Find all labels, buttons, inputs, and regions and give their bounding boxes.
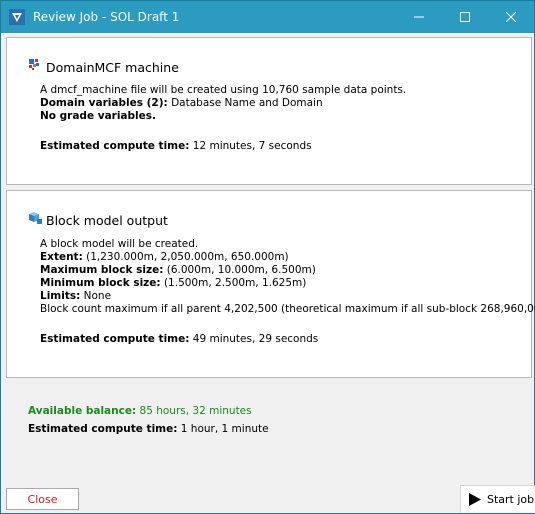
extent-value: (1,230.000m, 2,050.000m, 650.000m) (86, 251, 289, 263)
dialog-content: DomainMCF machine A dmcf_machine file wi… (1, 33, 535, 513)
no-grade-text: No grade variables. (40, 110, 156, 122)
domain-mcf-panel: DomainMCF machine A dmcf_machine file wi… (6, 37, 532, 185)
block-model-title: Block model output (46, 213, 168, 228)
minimize-icon (414, 16, 424, 18)
available-balance-label: Available balance: (28, 405, 137, 417)
domain-mcf-icon (27, 58, 43, 74)
start-job-button[interactable]: Start job (460, 485, 535, 513)
domain-variables-value: Database Name and Domain (171, 97, 323, 109)
block-model-icon (27, 209, 43, 225)
domain-variables-line: Domain variables (2): Database Name and … (40, 97, 323, 110)
domain-compute-value: 12 minutes, 7 seconds (192, 140, 312, 152)
total-compute-label: Estimated compute time: (28, 423, 178, 435)
minimize-button[interactable] (396, 1, 442, 33)
maximize-button[interactable] (442, 1, 488, 33)
review-job-window: Review Job - SOL Draft 1 DomainMCF machi… (0, 0, 535, 514)
max-block-label: Maximum block size: (40, 264, 164, 276)
extent-label: Extent: (40, 251, 83, 263)
available-balance-value: 85 hours, 32 minutes (139, 405, 252, 417)
play-icon (469, 493, 481, 506)
block-compute-line: Estimated compute time: 49 minutes, 29 s… (40, 333, 318, 346)
domain-mcf-description: A dmcf_machine file will be created usin… (40, 84, 407, 96)
block-compute-label: Estimated compute time: (40, 333, 190, 345)
window-title: Review Job - SOL Draft 1 (33, 10, 180, 24)
start-job-label: Start job (487, 493, 535, 506)
block-model-description: A block model will be created. (40, 238, 199, 250)
domain-compute-line: Estimated compute time: 12 minutes, 7 se… (40, 140, 312, 153)
domain-variables-label: Domain variables (2): (40, 97, 168, 109)
close-window-button[interactable] (488, 1, 534, 33)
block-count-text: Block count maximum if all parent 4,202,… (40, 303, 535, 315)
domain-compute-label: Estimated compute time: (40, 140, 190, 152)
available-balance: Available balance: 85 hours, 32 minutes (28, 405, 252, 417)
close-icon (506, 12, 516, 22)
block-model-panel: Block model output A block model will be… (6, 190, 535, 378)
total-compute-value: 1 hour, 1 minute (180, 423, 269, 435)
limits-line: Limits: None (40, 290, 111, 303)
min-block-label: Minimum block size: (40, 277, 161, 289)
extent-line: Extent: (1,230.000m, 2,050.000m, 650.000… (40, 251, 289, 264)
domain-mcf-title: DomainMCF machine (46, 60, 179, 75)
max-block-line: Maximum block size: (6.000m, 10.000m, 6.… (40, 264, 316, 277)
close-button[interactable]: Close (6, 488, 79, 510)
maximize-icon (460, 12, 470, 22)
block-compute-value: 49 minutes, 29 seconds (192, 333, 319, 345)
min-block-value: (1.500m, 2.500m, 1.625m) (163, 277, 307, 289)
max-block-value: (6.000m, 10.000m, 6.500m) (166, 264, 316, 276)
total-compute-time: Estimated compute time: 1 hour, 1 minute (28, 423, 269, 435)
limits-value: None (83, 290, 112, 302)
title-bar[interactable]: Review Job - SOL Draft 1 (1, 1, 534, 33)
app-icon (9, 9, 25, 25)
limits-label: Limits: (40, 290, 81, 302)
min-block-line: Minimum block size: (1.500m, 2.500m, 1.6… (40, 277, 306, 290)
